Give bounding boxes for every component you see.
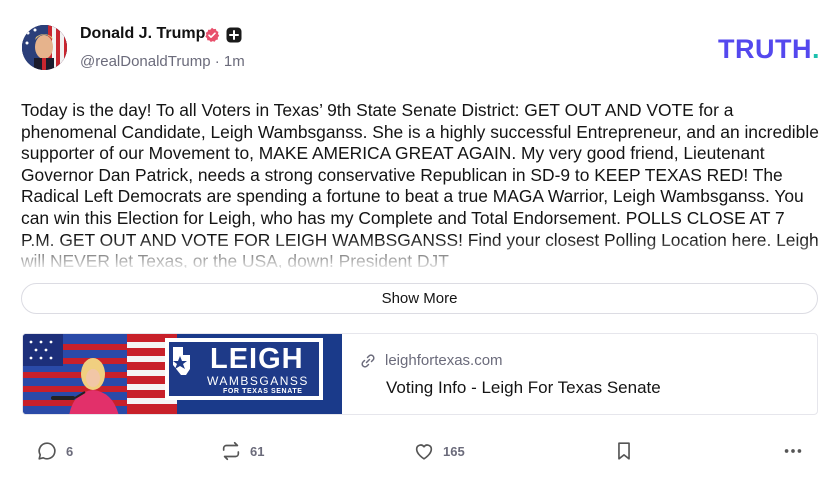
bookmark-icon [618,442,630,460]
reply-count: 6 [66,443,74,459]
like-icon [415,444,433,460]
link-preview-card[interactable]: LEIGH WAMBSGANSS FOR TEXAS SENATE leighf… [22,333,818,415]
truth-social-logo[interactable]: TRUTH. [718,34,820,65]
author-name[interactable]: Donald J. Trump [80,25,205,43]
author-meta: @realDonaldTrump · 1m [80,53,245,70]
meta-separator: · [214,53,220,70]
bookmark-button[interactable] [613,440,635,462]
link-domain[interactable]: leighfortexas.com [385,352,503,369]
truth-post: Donald J. Trump @realDonaldTrump · 1m TR… [0,0,840,492]
retruth-button[interactable]: 61 [220,440,264,462]
preview-banner-tag: FOR TEXAS SENATE [223,388,303,395]
author-avatar[interactable] [22,25,67,70]
show-more-button[interactable]: Show More [21,283,818,314]
reply-button[interactable]: 6 [36,440,73,462]
plus-badge-icon [226,27,242,43]
author-handle[interactable]: @realDonaldTrump [80,53,211,70]
reply-icon [38,442,56,460]
brand-name: TRUTH [718,34,812,64]
more-options-button[interactable] [782,440,804,462]
post-text: Today is the day! To all Voters in Texas… [21,100,819,268]
retruth-count: 61 [250,443,265,459]
retruth-icon [222,441,240,461]
preview-banner-subname: WAMBSGANSS [207,374,309,388]
brand-dot: . [811,34,820,64]
verified-icon [205,27,220,42]
like-count: 165 [443,443,465,459]
link-icon [361,354,375,368]
preview-banner-name: LEIGH [210,343,304,375]
link-title[interactable]: Voting Info - Leigh For Texas Senate [386,378,661,398]
post-timestamp[interactable]: 1m [224,53,245,70]
more-icon [784,449,802,453]
like-button[interactable]: 165 [413,440,465,462]
